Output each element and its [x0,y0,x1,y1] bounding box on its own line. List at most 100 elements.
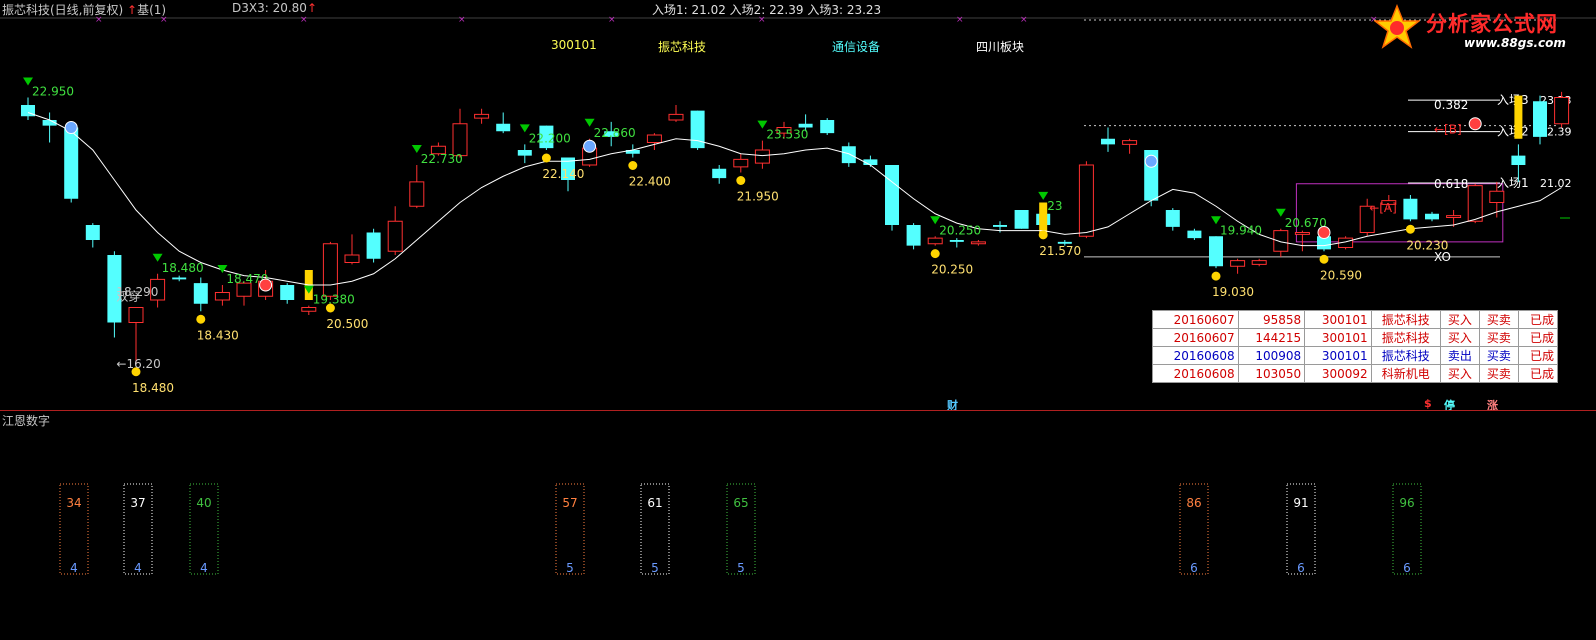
candle-body[interactable] [452,123,468,157]
candle-body[interactable] [906,225,921,246]
candle-body[interactable] [1014,210,1029,229]
candle-body[interactable] [409,181,425,207]
low-price-label: 19.030 [1212,285,1254,299]
gann-bottom-number: 4 [134,561,142,575]
candle-body[interactable] [64,127,79,199]
candle-body[interactable] [1511,155,1526,165]
candle-body[interactable] [1489,190,1505,203]
candle-body[interactable] [172,277,187,280]
candle-body[interactable] [646,134,662,143]
candle-body[interactable] [1165,210,1180,227]
signal-ball [64,121,78,134]
low-dot [1319,254,1329,264]
trade-row[interactable]: 20160608 103050 300092 科新机电 买入 买卖 已成 [1152,364,1559,383]
candle-body[interactable] [1425,213,1439,220]
candle-body[interactable] [496,123,511,132]
candle-body[interactable] [885,165,899,225]
candle-body[interactable] [1467,185,1483,222]
gann-top-number: 34 [66,496,81,510]
trade-cell: 买卖 [1478,364,1519,383]
logo-url: www.88gs.com [1464,36,1566,50]
high-price-label: 18.480 [162,261,204,275]
trade-cell: 卖出 [1439,346,1480,365]
gann-top-number: 65 [733,496,748,510]
candle-body[interactable] [322,243,338,297]
candle-body[interactable] [841,146,856,164]
candle-body[interactable] [1122,140,1138,145]
trade-cell: 买入 [1439,310,1480,329]
candle-body[interactable] [993,225,1007,227]
d3x3-readout: D3X3: 20.80↑ [232,1,317,15]
candle-body[interactable] [1230,260,1246,267]
candle-body[interactable] [1187,230,1202,239]
trade-cell: 振芯科技 [1370,310,1441,329]
candle-body[interactable] [128,307,144,323]
candle-body[interactable] [712,168,727,179]
candle-body[interactable] [668,113,684,121]
candle-body[interactable] [214,292,230,301]
candle-body[interactable] [1403,198,1418,220]
chart-title: 振芯科技(日线,前复权) ↑基(1) [2,1,166,18]
candle-body[interactable] [1078,164,1094,237]
trade-table[interactable]: 20160607 95858 300101 振芯科技 买入 买卖 已成 20160607 144… [1152,310,1559,383]
trade-cell: 买入 [1439,364,1480,383]
candle-body[interactable] [1554,97,1570,125]
candle-body[interactable] [280,285,295,300]
candle-body[interactable] [733,158,749,168]
candle-body[interactable] [690,110,705,149]
dollar-marker[interactable]: $ [1424,397,1432,410]
trade-cell: 20160608 [1152,364,1239,383]
candle-body[interactable] [754,149,770,164]
title-text: 振芯科技(日线,前复权) [2,3,124,17]
tick-mark: × [458,15,466,25]
candle-body[interactable] [970,241,986,245]
gann-top-number: 61 [647,496,662,510]
trade-cell: 已成 [1517,328,1559,347]
candle-body[interactable] [366,232,381,259]
candle-body[interactable] [949,240,964,242]
up-arrow-icon: ↑ [127,3,138,17]
candle-body[interactable] [387,220,403,252]
region-label[interactable]: 四川板块 [976,38,1024,55]
high-price-label: 19.380 [313,293,355,307]
industry-label[interactable]: 通信设备 [832,38,880,55]
candle-body[interactable] [1101,138,1115,145]
candle-body[interactable] [474,113,490,119]
candle-body[interactable] [927,237,943,245]
trade-row[interactable]: 20160607 95858 300101 振芯科技 买入 买卖 已成 [1152,310,1559,329]
chart-annotation: XO [1434,250,1451,264]
candle-body[interactable] [85,225,100,240]
base-label: 基(1) [137,3,167,17]
trade-cell: 买卖 [1478,346,1519,365]
candle-body[interactable] [820,120,835,134]
panel-divider[interactable] [0,410,1596,411]
high-price-label: 23 [1047,199,1062,213]
entry-level-value: 21.02 [1540,177,1572,190]
trade-cell: 已成 [1517,346,1559,365]
gann-top-number: 57 [562,496,577,510]
chart-annotation: ←[A] [1369,201,1397,215]
high-price-label: 22.730 [421,152,463,166]
low-price-label: 21.950 [737,190,779,204]
candle-body[interactable] [1446,215,1462,218]
candle-body[interactable] [193,283,208,304]
candle-body[interactable] [1273,230,1289,252]
gann-bottom-number: 5 [566,561,574,575]
low-dot [196,314,206,324]
low-price-label: 20.590 [1320,268,1362,282]
trade-cell: 20160608 [1152,346,1239,365]
tick-mark: × [1020,15,1028,25]
candle-body[interactable] [1209,236,1223,267]
site-logo[interactable]: 分析家公式网 www.88gs.com [1368,2,1592,56]
candle-body[interactable] [517,150,532,156]
candle-body[interactable] [1251,260,1267,265]
gann-bottom-number: 6 [1297,561,1305,575]
trade-cell: 买入 [1439,328,1480,347]
trade-row[interactable]: 20160607 144215 300101 振芯科技 买入 买卖 已成 [1152,328,1559,347]
candle-body[interactable] [344,254,360,263]
candle-body[interactable] [1294,232,1310,235]
candle-body[interactable] [301,307,317,312]
trade-row[interactable]: 20160608 100908 300101 振芯科技 卖出 买卖 已成 [1152,346,1559,365]
candle-body[interactable] [1533,101,1547,137]
trade-cell: 已成 [1517,364,1559,383]
